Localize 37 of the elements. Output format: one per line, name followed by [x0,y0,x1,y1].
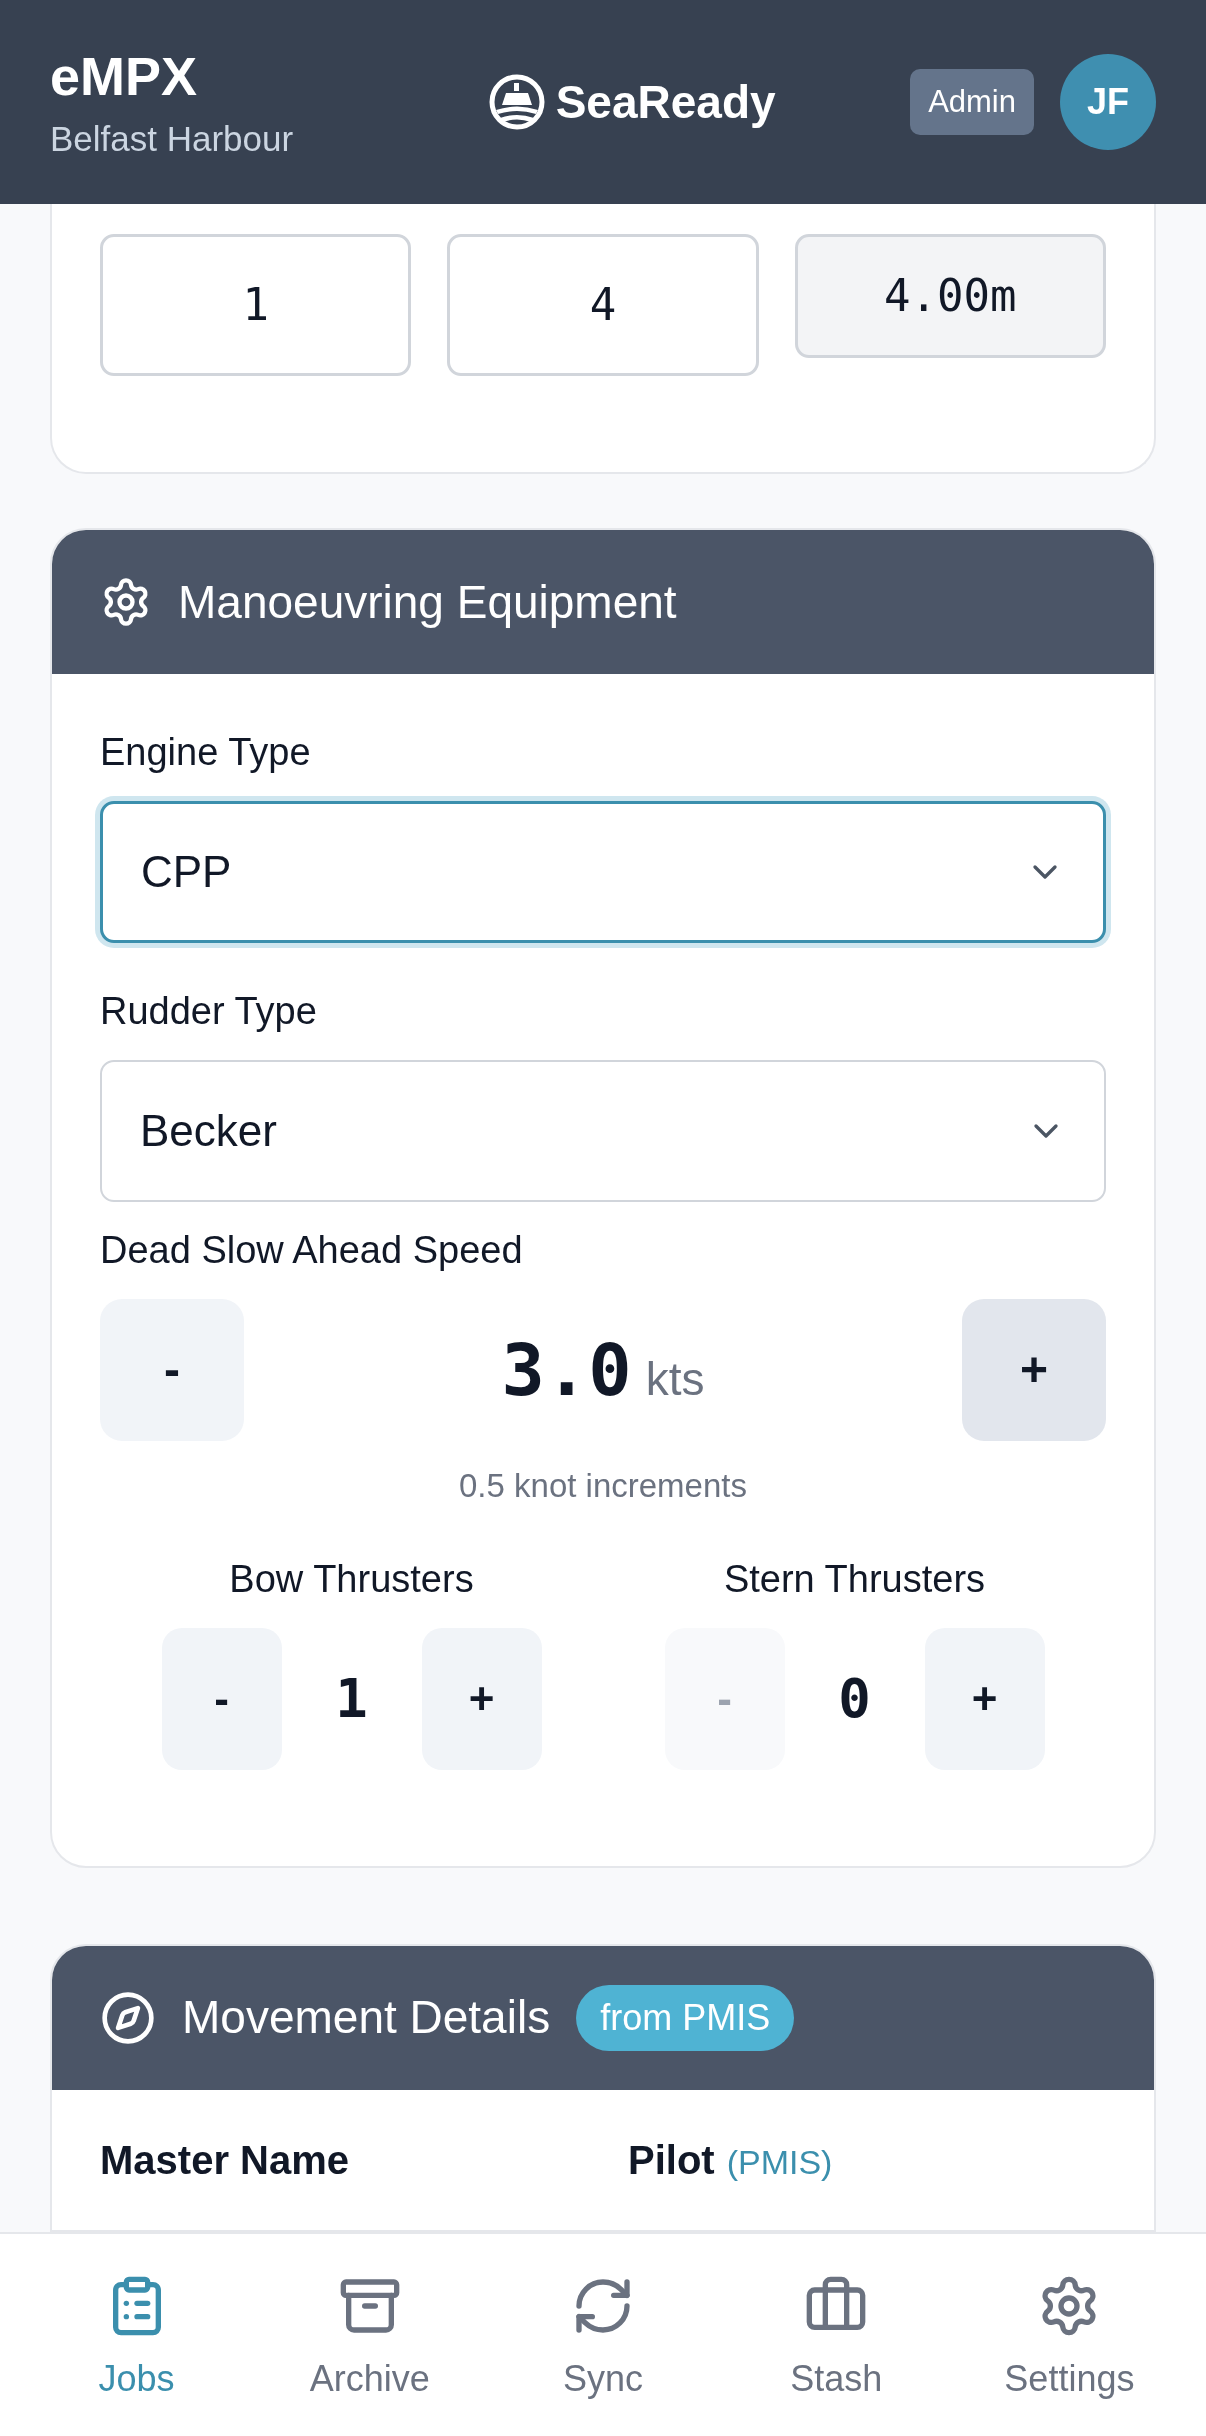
field-label: Rudder Type [100,989,318,1034]
nav-tab[interactable]: Settings [952,2234,1186,2436]
increase-button[interactable]: + [421,1627,542,1770]
increment-hint: 0.5 knot increments [459,1466,747,1506]
compass-icon [100,1989,156,2046]
speed-value: 3.0 [501,1327,632,1414]
card-title: Movement Details [182,1990,551,2045]
thruster-count: 1 [334,1666,369,1732]
harbour-name: Belfast Harbour [50,120,294,156]
user-avatar[interactable]: JF [1060,54,1156,150]
thruster-label: Bow Thrusters [229,1556,474,1602]
field-label: Dead Slow Ahead Speed [100,1228,524,1273]
source-tag: (PMIS) [726,2136,833,2188]
brand-name: SeaReady [555,74,776,130]
field-label: Engine Type [100,730,312,775]
nav-tab[interactable]: Archive [253,2234,487,2436]
nav-tab[interactable]: Stash [719,2234,953,2436]
speed-unit: kts [645,1352,705,1407]
decrease-button[interactable]: - [161,1627,282,1770]
increase-button[interactable]: + [924,1627,1045,1770]
decrease-button[interactable]: - [100,1299,244,1441]
ship-logo-icon [487,73,546,131]
role-badge: Admin [910,68,1034,136]
thruster-label: Stern Thrusters [723,1556,986,1602]
readonly-field: 4.00m [794,234,1106,358]
field-label: Pilot [628,2136,715,2184]
card-title: Manoeuvring Equipment [178,574,677,630]
source-badge: from PMIS [576,1984,795,2051]
dropdown-field[interactable]: Becker [100,1060,1106,1202]
app-title: eMPX [50,48,199,103]
field-label: Master Name [100,2136,349,2184]
number-field[interactable]: 1 [100,234,412,376]
nav-tab[interactable]: Sync [486,2234,720,2436]
nav-tab[interactable]: Jobs [20,2234,254,2436]
thruster-count: 0 [837,1666,872,1732]
number-field[interactable]: 4 [447,234,759,376]
increase-button[interactable]: + [962,1299,1106,1441]
